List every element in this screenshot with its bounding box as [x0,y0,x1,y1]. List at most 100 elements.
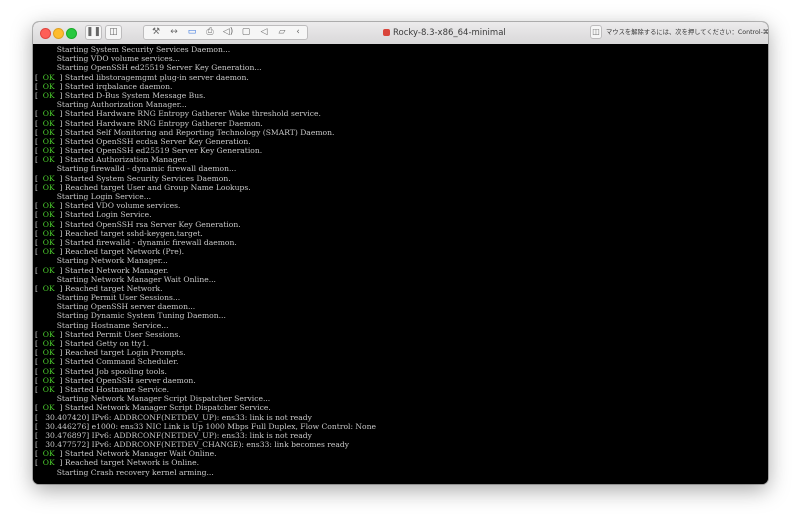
console-text: Reached target Login Prompts. [64,348,186,358]
fullscreen-button[interactable] [66,28,77,39]
console-text: Started D-Bus System Message Bus. [64,90,206,100]
ok-status: OK [42,210,55,220]
ok-status: OK [42,403,55,413]
status-bracket: [ [35,210,43,220]
console-line: [ OK ] Reached target Network (Pre). [33,247,768,256]
console-text: Starting Crash recovery kernel arming... [35,467,214,477]
status-bracket: [ [35,127,43,137]
status-bracket: [ [35,228,43,238]
console-text: Started OpenSSH ed25519 Server Key Gener… [64,146,263,156]
ok-status: OK [42,228,55,238]
console-text: Started System Security Services Daemon. [64,173,231,183]
console-text: Started Network Manager Wait Online. [64,449,217,459]
console-text: Started VDO volume services. [64,201,181,211]
ok-status: OK [42,265,55,275]
console-text: Started firewalld - dynamic firewall dae… [64,237,237,247]
harddisk-icon: ▭ [187,27,197,37]
status-bracket: ] [54,339,65,348]
collapse-button[interactable]: ‹ [290,26,306,39]
console-line: [ OK ] Started D-Bus System Message Bus. [33,91,768,100]
ok-status: OK [42,109,55,119]
ok-status: OK [42,219,55,229]
status-bracket: [ [35,458,43,468]
console-text: Starting Dynamic System Tuning Daemon... [35,311,226,321]
status-bracket: [ [35,329,43,339]
status-bracket: ] [54,265,65,275]
status-bracket: [ [35,81,43,91]
console-text: Starting firewalld - dynamic firewall da… [35,164,237,174]
console-text: Starting System Security Services Daemon… [35,45,231,54]
arrows-button[interactable]: ↔ [164,26,184,39]
status-bracket: [ [35,109,43,119]
camera-button[interactable]: ▢ [236,26,256,39]
console-text: Starting Network Manager... [35,256,168,266]
console-text: Started Permit User Sessions. [64,329,181,339]
status-bracket: ] [54,237,65,247]
ok-status: OK [42,201,55,211]
console-line: Starting Crash recovery kernel arming... [33,468,768,477]
console-text: Started OpenSSH rsa Server Key Generatio… [64,219,241,229]
ok-status: OK [42,127,55,137]
ok-status: OK [42,339,55,348]
status-bracket: [ [35,283,43,293]
status-bracket: [ [35,339,43,348]
console-line: Starting firewalld - dynamic firewall da… [33,164,768,173]
ok-status: OK [42,329,55,339]
ok-status: OK [42,118,55,128]
status-bracket: [ [35,366,43,376]
status-bracket: [ [35,118,43,128]
status-bracket: ] [54,155,65,165]
console-text: Started Network Manager Script Dispatche… [64,403,271,413]
ok-status: OK [42,182,55,192]
wrench-button[interactable]: ⚒ [146,26,166,39]
ok-status: OK [42,357,55,367]
console-line: [ OK ] Started Network Manager. [33,266,768,275]
console-text: Starting OpenSSH server daemon... [35,302,196,312]
console-line: [ OK ] Started OpenSSH rsa Server Key Ge… [33,220,768,229]
sound-button[interactable]: ◁ [254,26,274,39]
speaker-button[interactable]: ◁) [218,26,238,39]
console-line: [ OK ] Reached target Network. [33,284,768,293]
console-text: Started Getty on tty1. [64,339,150,348]
console-line: [ OK ] Started Self Monitoring and Repor… [33,128,768,137]
printer-button[interactable]: ⎙ [200,26,220,39]
pause-button[interactable]: ❚❚ [85,25,102,40]
release-icon: ◫ [592,27,600,36]
folder-icon: ▱ [278,27,286,37]
window-title: Rocky-8.3-x86_64-minimal [383,26,506,40]
console-line: [ 30.446276] e1000: ens33 NIC Link is Up… [33,422,768,431]
title-bar[interactable]: ❚❚ ◫ ⚒ ↔ ▭ ⎙ ◁) ▢ ◁ ▱ ‹ Rocky-8.3-x86_64… [33,22,768,45]
console-text: Started libstoragemgmt plug-in server da… [64,72,249,82]
minimize-button[interactable] [53,28,64,39]
console-text: Reached target Network. [64,283,163,293]
status-bracket: ] [54,118,65,128]
console-line: Starting Network Manager Wait Online... [33,275,768,284]
release-hint: マウスを解除するには、次を押してください：Control-⌘ [606,29,768,36]
printer-icon: ⎙ [206,27,214,37]
console-line: [ OK ] Started Getty on tty1. [33,339,768,348]
status-bracket: [ [35,136,43,146]
console-text: Starting Permit User Sessions... [35,293,181,303]
console-text: Started Network Manager. [64,265,169,275]
console-line: [ OK ] Started OpenSSH ecdsa Server Key … [33,137,768,146]
status-bracket: [ [35,357,43,367]
console-text: Reached target Network (Pre). [64,247,185,257]
close-button[interactable] [40,28,51,39]
snapshot-button[interactable]: ◫ [105,25,122,40]
speaker-icon: ◁) [222,27,234,37]
console-line: [ OK ] Started libstoragemgmt plug-in se… [33,73,768,82]
console-line: [ OK ] Started Command Scheduler. [33,357,768,366]
console-text: Started OpenSSH ecdsa Server Key Generat… [64,136,251,146]
console-text: Starting Login Service... [35,192,152,201]
folder-button[interactable]: ▱ [272,26,292,39]
release-mouse-button[interactable]: ◫ [590,25,602,39]
ok-status: OK [42,237,55,247]
console-line: [ OK ] Started Hardware RNG Entropy Gath… [33,109,768,118]
status-bracket: ] [54,384,65,394]
status-bracket: ] [54,173,65,183]
console-line: [ OK ] Started OpenSSH server daemon. [33,376,768,385]
console-screen[interactable]: Starting System Security Services Daemon… [33,44,768,484]
harddisk-button[interactable]: ▭ [182,26,202,39]
console-line: [ 30.477572] IPv6: ADDRCONF(NETDEV_CHANG… [33,440,768,449]
console-line: [ OK ] Started System Security Services … [33,174,768,183]
